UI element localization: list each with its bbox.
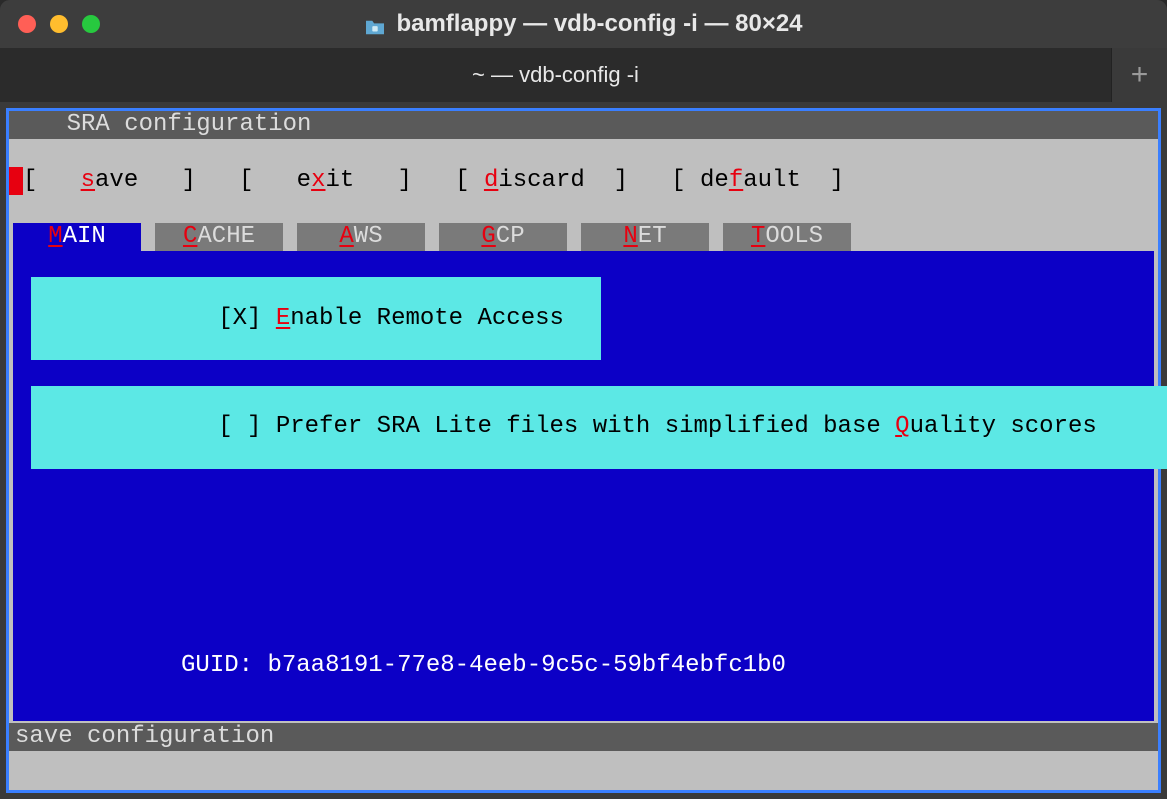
focus-marker: [9, 167, 23, 195]
main-panel: [X] Enable Remote Access [ ] Prefer SRA …: [13, 251, 1154, 721]
action-buttons-row: [ save ] [ exit ] [ discard ] [ default …: [9, 167, 1158, 195]
guid-label: GUID:: [181, 652, 267, 679]
tab-aws[interactable]: AWS: [297, 223, 425, 251]
tab-tools[interactable]: TOOLS: [723, 223, 851, 251]
status-bar: save configuration: [9, 723, 1158, 751]
spacer: [9, 195, 1158, 223]
terminal-area: SRA configuration [ save ] [ exit ] [ di…: [0, 102, 1167, 799]
titlebar: bamflappy — vdb-config -i — 80×24: [0, 0, 1167, 48]
guid-value: b7aa8191-77e8-4eeb-9c5c-59bf4ebfc1b0: [267, 652, 785, 679]
default-button[interactable]: [ default ]: [671, 167, 844, 195]
traffic-lights: [18, 15, 100, 33]
save-button[interactable]: [ save ]: [23, 167, 196, 195]
terminal-tab-label: ~ — vdb-config -i: [472, 62, 639, 88]
config-header-title: SRA configuration: [67, 111, 312, 139]
close-icon[interactable]: [18, 15, 36, 33]
discard-button[interactable]: [ discard ]: [455, 167, 628, 195]
vdb-config-frame: SRA configuration [ save ] [ exit ] [ di…: [6, 108, 1161, 793]
tab-cache[interactable]: CACHE: [155, 223, 283, 251]
config-tabs: MAIN CACHE AWS GCP NET TOOLS: [9, 223, 1158, 251]
minimize-icon[interactable]: [50, 15, 68, 33]
tab-net[interactable]: NET: [581, 223, 709, 251]
prefer-lite-checkbox[interactable]: [ ] Prefer SRA Lite files with simplifie…: [31, 386, 1167, 469]
zoom-icon[interactable]: [82, 15, 100, 33]
tab-gcp[interactable]: GCP: [439, 223, 567, 251]
window-title-text: bamflappy — vdb-config -i — 80×24: [396, 10, 802, 38]
enable-remote-checkbox[interactable]: [X] Enable Remote Access: [31, 277, 601, 360]
folder-icon: [364, 15, 386, 33]
terminal-tab-active[interactable]: ~ — vdb-config -i: [0, 48, 1111, 102]
guid-line: GUID: b7aa8191-77e8-4eeb-9c5c-59bf4ebfc1…: [37, 624, 786, 707]
new-tab-button[interactable]: +: [1111, 48, 1167, 102]
window-title: bamflappy — vdb-config -i — 80×24: [0, 10, 1167, 38]
status-text: save configuration: [15, 723, 274, 751]
tab-main[interactable]: MAIN: [13, 223, 141, 251]
terminal-window: bamflappy — vdb-config -i — 80×24 ~ — vd…: [0, 0, 1167, 799]
config-header: SRA configuration: [9, 111, 1158, 139]
tabbar: ~ — vdb-config -i +: [0, 48, 1167, 102]
exit-button[interactable]: [ exit ]: [239, 167, 412, 195]
spacer: [9, 139, 1158, 167]
